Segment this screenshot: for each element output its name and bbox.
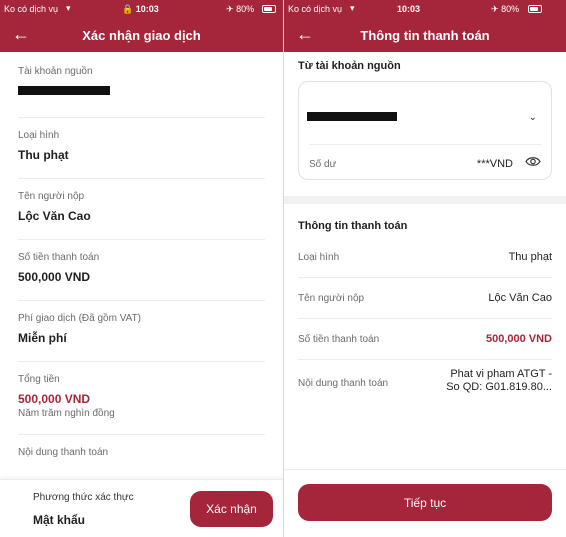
source-account-title: Từ tài khoản nguồn <box>298 60 401 72</box>
row-label: Số tiền thanh toán <box>298 334 380 345</box>
total-amount: 500,000 VND <box>18 392 91 406</box>
battery-text: ✈ 80% <box>491 4 519 15</box>
row-value: Phat vi pham ATGT - So QD: G01.819.80... <box>432 368 552 394</box>
auth-method-value[interactable]: Mật khẩu <box>33 513 85 527</box>
field-label: Tài khoản nguồn <box>18 66 93 77</box>
continue-button[interactable]: Tiếp tục <box>298 484 552 521</box>
carrier-label: Ko có dịch vụ <box>4 4 59 14</box>
eye-icon[interactable] <box>525 156 541 167</box>
page-title: Thông tin thanh toán <box>360 28 490 43</box>
field-payer-name: Tên người nộp Lộc Văn Cao <box>18 179 265 240</box>
clock: 🔒 10:03 <box>122 4 159 15</box>
field-label: Phí giao dịch (Đã gồm VAT) <box>18 313 142 324</box>
wifi-icon: ▾ <box>66 3 71 13</box>
divider <box>284 469 566 470</box>
clock-text: 10:03 <box>135 4 159 14</box>
row-value: Thu phạt <box>508 251 552 263</box>
masked-account-number <box>307 112 397 121</box>
nav-bar: ← Xác nhận giao dịch <box>0 19 283 52</box>
row-payment-content: Nội dung thanh toán Phat vi pham ATGT - … <box>298 360 552 410</box>
field-value: Miễn phí <box>18 331 67 345</box>
row-value: 500,000 VND <box>485 333 552 345</box>
battery-fill <box>264 7 272 11</box>
field-type: Loại hình Thu phạt <box>18 118 265 179</box>
field-value: 500,000 VND <box>18 270 91 284</box>
battery-icon <box>262 5 276 13</box>
status-bar: Ko có dịch vụ ▾ 10:03 ✈ 80% <box>284 0 566 19</box>
masked-account-number <box>18 86 110 95</box>
balance-label: Số dư <box>309 159 337 170</box>
content-line-1: Phat vi pham ATGT - <box>450 368 552 380</box>
confirm-transaction-screen: Ko có dịch vụ ▾ 🔒 10:03 ✈ 80% ← Xác nhận… <box>0 0 283 537</box>
row-type: Loại hình Thu phạt <box>298 237 552 278</box>
nav-bar: ← Thông tin thanh toán <box>284 19 566 52</box>
confirmation-fields: Tài khoản nguồn Loại hình Thu phạt Tên n… <box>0 52 283 496</box>
payment-info-list: Loại hình Thu phạt Tên người nộp Lộc Văn… <box>298 237 552 410</box>
field-value: Thu phạt <box>18 148 69 162</box>
field-amount: Số tiền thanh toán 500,000 VND <box>18 240 265 301</box>
field-label: Loại hình <box>18 130 60 141</box>
status-bar: Ko có dịch vụ ▾ 🔒 10:03 ✈ 80% <box>0 0 283 19</box>
section-separator <box>284 196 566 204</box>
battery-percent: 80% <box>236 4 255 14</box>
payment-info-title: Thông tin thanh toán <box>298 220 408 232</box>
battery-percent: 80% <box>501 4 520 14</box>
page-title: Xác nhận giao dịch <box>82 28 201 43</box>
divider <box>309 144 541 145</box>
location-icon: ✈ <box>226 4 234 14</box>
total-in-words: Năm trăm nghìn đồng <box>18 408 115 419</box>
chevron-down-icon[interactable]: ⌄ <box>529 112 537 123</box>
auth-bar: Phương thức xác thực Mật khẩu Xác nhận <box>0 479 283 537</box>
payment-info-screen: Ko có dịch vụ ▾ 10:03 ✈ 80% ← Thông tin … <box>283 0 566 537</box>
field-fee: Phí giao dịch (Đã gồm VAT) Miễn phí <box>18 301 265 362</box>
source-account-selector[interactable]: ⌄ Số dư ***VND <box>298 81 552 180</box>
clock-text: 10:03 <box>397 4 421 14</box>
confirm-button[interactable]: Xác nhận <box>190 491 273 527</box>
field-label: Số tiền thanh toán <box>18 252 100 263</box>
wifi-icon: ▾ <box>350 3 355 13</box>
carrier-label: Ko có dịch vụ <box>288 4 343 14</box>
row-value: Lộc Văn Cao <box>488 292 552 304</box>
battery-text: ✈ 80% <box>226 4 254 15</box>
field-label: Tên người nộp <box>18 191 85 202</box>
field-source-account: Tài khoản nguồn <box>18 52 265 118</box>
battery-icon <box>528 5 542 13</box>
row-payer-name: Tên người nộp Lộc Văn Cao <box>298 278 552 319</box>
field-label: Tổng tiền <box>18 374 60 385</box>
lock-icon: 🔒 <box>122 4 134 14</box>
balance-value: ***VND <box>476 158 513 170</box>
row-label: Nội dung thanh toán <box>298 378 389 389</box>
row-label: Tên người nộp <box>298 293 365 304</box>
row-label: Loại hình <box>298 252 340 263</box>
field-label: Nội dung thanh toán <box>18 447 109 458</box>
content-line-2: So QD: G01.819.80... <box>446 381 552 393</box>
row-amount: Số tiền thanh toán 500,000 VND <box>298 319 552 360</box>
field-total: Tổng tiền 500,000 VND Năm trăm nghìn đồn… <box>18 362 265 435</box>
field-value: Lộc Văn Cao <box>18 209 91 223</box>
location-icon: ✈ <box>491 4 499 14</box>
battery-fill <box>530 7 538 11</box>
auth-method-label: Phương thức xác thực <box>33 492 134 503</box>
